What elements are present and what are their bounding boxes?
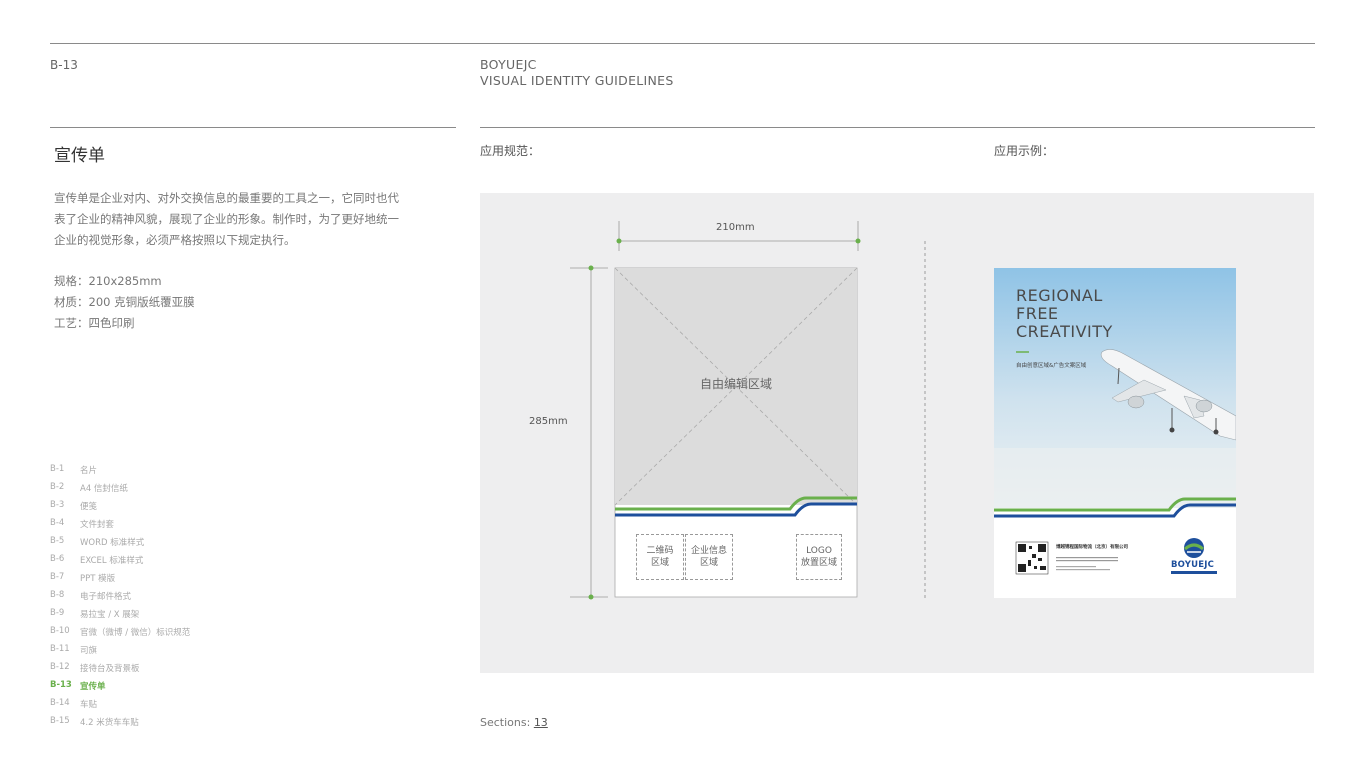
sections-label: Sections: bbox=[480, 716, 531, 729]
toc-item[interactable]: B-7 PPT 模版 bbox=[50, 572, 190, 590]
flyer-logo-text: BOYUEJC bbox=[1171, 560, 1215, 570]
toc-item[interactable]: B-10 官微（微博 / 微信）标识规范 bbox=[50, 626, 190, 644]
toc-item-label: 宣传单 bbox=[80, 682, 106, 692]
toc-item[interactable]: B-5 WORD 标准样式 bbox=[50, 536, 190, 554]
info-area-label: 企业信息 区域 bbox=[690, 546, 727, 568]
spec-process: 工艺：四色印刷 bbox=[54, 316, 135, 330]
page-title: 宣传单 bbox=[54, 146, 105, 166]
toc-item-code: B-3 bbox=[50, 500, 65, 510]
flyer-headline: REGIONAL FREE CREATIVITY bbox=[1016, 287, 1113, 341]
headline-line-2: FREE bbox=[1016, 304, 1059, 323]
toc-item[interactable]: B-8 电子邮件格式 bbox=[50, 590, 190, 608]
spec-material: 材质：200 克铜版纸覆亚膜 bbox=[54, 295, 195, 309]
toc-item[interactable]: B-15 4.2 米货车车贴 bbox=[50, 716, 190, 734]
toc-item-label: EXCEL 标准样式 bbox=[80, 556, 144, 566]
right-section-rule bbox=[480, 127, 1315, 128]
toc-item-code: B-7 bbox=[50, 572, 65, 582]
free-edit-area-label: 自由编辑区域 bbox=[699, 377, 772, 391]
toc-item-label: 4.2 米货车车贴 bbox=[80, 718, 139, 728]
toc-item-code: B-8 bbox=[50, 590, 65, 600]
toc-item-label: 文件封套 bbox=[80, 520, 115, 530]
toc-item[interactable]: B-6 EXCEL 标准样式 bbox=[50, 554, 190, 572]
headline-line-1: REGIONAL bbox=[1016, 286, 1103, 305]
toc-item-code: B-9 bbox=[50, 608, 65, 618]
flyer-company-name: 博越锦程国际物流（北京）有限公司 bbox=[1056, 545, 1128, 550]
description: 宣传单是企业对内、对外交换信息的最重要的工具之一，它同时也代表了企业的精神风貌，… bbox=[54, 191, 399, 247]
toc-item-label: A4 信封信纸 bbox=[80, 484, 128, 494]
toc-item-code: B-11 bbox=[50, 644, 70, 654]
toc-item[interactable]: B-11 司旗 bbox=[50, 644, 190, 662]
qr-area-box: 二维码 区域 bbox=[636, 534, 684, 580]
brand-line-2: VISUAL IDENTITY GUIDELINES bbox=[480, 73, 674, 88]
page-code: B-13 bbox=[50, 58, 78, 72]
brand-line-1: BOYUEJC bbox=[480, 57, 537, 72]
toc-item[interactable]: B-4 文件封套 bbox=[50, 518, 190, 536]
toc-item-label: 车贴 bbox=[80, 700, 98, 710]
brand-title: BOYUEJC VISUAL IDENTITY GUIDELINES bbox=[480, 57, 674, 89]
toc-item-code: B-6 bbox=[50, 554, 65, 564]
toc-item-label: 电子邮件格式 bbox=[80, 592, 132, 602]
toc-item-label: 官微（微博 / 微信）标识规范 bbox=[80, 628, 191, 638]
left-section-rule bbox=[50, 127, 456, 128]
toc-item[interactable]: B-12 接待台及背景板 bbox=[50, 662, 190, 680]
boyuejc-logo-icon bbox=[1184, 538, 1204, 558]
toc-item[interactable]: B-9 易拉宝 / X 展架 bbox=[50, 608, 190, 626]
width-label: 210mm bbox=[716, 222, 755, 233]
toc-item-code: B-12 bbox=[50, 662, 70, 672]
qr-code-icon bbox=[1015, 541, 1049, 575]
toc-item-code: B-4 bbox=[50, 518, 65, 528]
toc-item[interactable]: B-13 宣传单 bbox=[50, 680, 190, 698]
spec-section-label: 应用规范： bbox=[480, 144, 541, 158]
toc-item[interactable]: B-2 A4 信封信纸 bbox=[50, 482, 190, 500]
height-label: 285mm bbox=[529, 416, 568, 427]
toc-item-label: WORD 标准样式 bbox=[80, 538, 145, 548]
logo-area-box: LOGO 放置区域 bbox=[796, 534, 842, 580]
toc-item-label: 易拉宝 / X 展架 bbox=[80, 610, 140, 620]
toc-item-code: B-15 bbox=[50, 716, 70, 726]
toc-item-label: 便笺 bbox=[80, 502, 98, 512]
toc-item-label: PPT 模版 bbox=[80, 574, 116, 584]
toc-item-code: B-2 bbox=[50, 482, 65, 492]
toc-item[interactable]: B-1 名片 bbox=[50, 464, 190, 482]
spec-list: 规格：210x285mm 材质：200 克铜版纸覆亚膜 工艺：四色印刷 bbox=[54, 271, 195, 334]
spec-size: 规格：210x285mm bbox=[54, 274, 162, 288]
toc-item-code: B-10 bbox=[50, 626, 70, 636]
example-section-label: 应用示例： bbox=[994, 144, 1055, 158]
sections-indicator: Sections: 13 bbox=[480, 716, 548, 729]
sections-value[interactable]: 13 bbox=[534, 716, 548, 729]
toc-item-label: 名片 bbox=[80, 466, 98, 476]
toc-item-code: B-1 bbox=[50, 464, 65, 474]
toc-item-label: 接待台及背景板 bbox=[80, 664, 140, 674]
toc-item-label: 司旗 bbox=[80, 646, 98, 656]
top-rule bbox=[50, 43, 1315, 44]
toc-list: B-1 名片 B-2 A4 信封信纸 B-3 便笺 B-4 文件封套 B-5 WORD 标准样式 B… bbox=[50, 464, 190, 734]
toc-item-code: B-5 bbox=[50, 536, 65, 546]
toc-item[interactable]: B-3 便笺 bbox=[50, 500, 190, 518]
flyer-subline: 自由创意区域&广告文案区域 bbox=[1016, 363, 1087, 369]
logo-area-label: LOGO 放置区域 bbox=[800, 546, 837, 568]
info-area-box: 企业信息 区域 bbox=[685, 534, 733, 580]
qr-area-label: 二维码 区域 bbox=[646, 546, 674, 568]
toc-item-code: B-13 bbox=[50, 680, 72, 690]
toc-item[interactable]: B-14 车贴 bbox=[50, 698, 190, 716]
headline-line-3: CREATIVITY bbox=[1016, 322, 1113, 341]
toc-item-code: B-14 bbox=[50, 698, 70, 708]
layout-diagram bbox=[570, 221, 926, 600]
